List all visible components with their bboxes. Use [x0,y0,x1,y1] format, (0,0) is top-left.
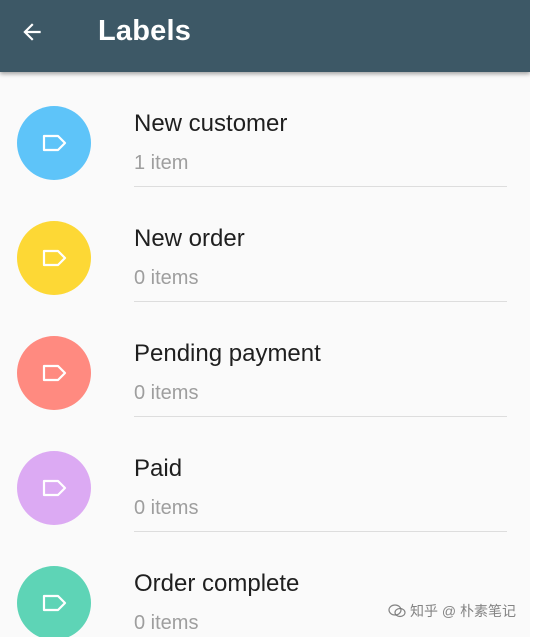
label-item-count: 0 items [134,497,199,519]
label-row-new-customer[interactable]: New customer 1 item [0,72,530,187]
labels-list: New customer 1 item New order 0 items Pe… [0,72,530,637]
label-color-circle [17,106,91,180]
watermark-text: 知乎 @ 朴素笔记 [410,603,516,619]
label-name: Pending payment [134,340,321,367]
label-name: Paid [134,455,183,482]
label-row-new-order[interactable]: New order 0 items [0,187,530,302]
label-item-count: 0 items [134,612,199,634]
label-item-count: 0 items [134,267,199,289]
label-name: New order [134,225,245,252]
back-button[interactable] [10,10,54,54]
label-name: New customer [134,110,288,137]
page-title: Labels [98,15,192,47]
label-row-pending-payment[interactable]: Pending payment 0 items [0,302,530,417]
app-bar: Labels [0,0,530,72]
label-color-circle [17,451,91,525]
label-color-circle [17,336,91,410]
label-color-circle [17,566,91,637]
arrow-left-icon [23,23,41,41]
wechat-icon [388,604,406,618]
watermark: 知乎 @ 朴素笔记 [388,601,516,621]
page-edge [530,0,535,637]
label-tag-icon [42,249,67,267]
label-tag-icon [42,479,67,497]
label-name: Order complete [134,570,300,597]
label-item-count: 1 item [134,152,189,174]
label-row-paid[interactable]: Paid 0 items [0,417,530,532]
label-tag-icon [42,594,67,612]
label-row-order-complete[interactable]: Order complete 0 items [0,532,530,637]
label-color-circle [17,221,91,295]
labels-screen: Labels New customer 1 item New order 0 i… [0,0,530,637]
label-item-count: 0 items [134,382,199,404]
label-tag-icon [42,134,67,152]
label-tag-icon [42,364,67,382]
